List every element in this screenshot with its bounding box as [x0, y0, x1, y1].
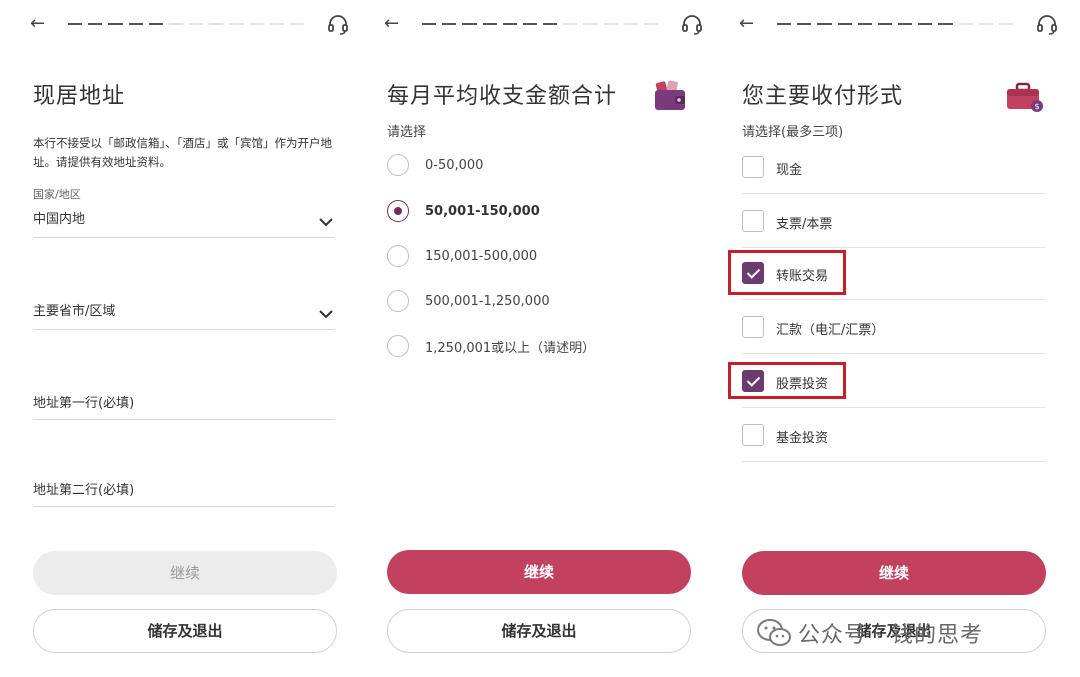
wallet-icon: [655, 80, 685, 110]
radio-option[interactable]: 500,001-1,250,000: [387, 288, 550, 314]
option-label: 支票/本票: [776, 217, 833, 232]
option-label: 50,001-150,000: [425, 203, 540, 219]
radio-option[interactable]: 150,001-500,000: [387, 243, 537, 269]
radio-button[interactable]: [387, 245, 409, 267]
top-bar: ←: [16, 10, 356, 40]
country-label: 国家/地区: [33, 188, 81, 201]
top-bar: ←: [725, 10, 1065, 40]
option-label: 500,001-1,250,000: [425, 293, 550, 309]
address-line2-input[interactable]: 地址第二行(必填): [33, 479, 335, 507]
page-title: 每月平均收支金额合计: [387, 84, 618, 109]
address-notice: 本行不接受以「邮政信箱」、「酒店」或「宾馆」作为开户地址。请提供有效地址资料。: [33, 136, 332, 169]
page-title: 现居地址: [33, 84, 126, 109]
select-hint: 请选择: [387, 125, 427, 140]
highlight-box: [728, 362, 846, 399]
watermark-text: 公众号 · 钱的思考: [798, 623, 983, 648]
continue-button[interactable]: 继续: [387, 550, 691, 594]
progress-bar: [68, 23, 305, 25]
page-title: 您主要收付形式: [742, 84, 904, 109]
payment-panel: ← 您主要收付形式 $ 请选择(最多三项) 现金 支票/本票 转账交易 汇款（电…: [725, 0, 1065, 677]
checkbox[interactable]: [742, 424, 764, 446]
country-select[interactable]: 国家/地区 中国内地: [33, 186, 335, 238]
back-arrow-icon[interactable]: ←: [384, 12, 408, 36]
option-label: 现金: [776, 163, 803, 178]
headset-icon[interactable]: [326, 12, 350, 36]
option-label: 汇款（电汇/汇票）: [776, 323, 885, 338]
briefcase-icon: $: [1007, 82, 1043, 112]
back-arrow-icon[interactable]: ←: [739, 12, 763, 36]
province-placeholder: 主要省市/区域: [33, 304, 116, 319]
option-label: 基金投资: [776, 431, 829, 446]
back-arrow-icon[interactable]: ←: [30, 12, 54, 36]
select-hint: 请选择(最多三项): [742, 125, 844, 140]
radio-option[interactable]: 1,250,001或以上（请述明）: [387, 333, 595, 359]
headset-icon[interactable]: [1035, 12, 1059, 36]
continue-button[interactable]: 继续: [33, 551, 337, 595]
chevron-down-icon: [319, 218, 333, 227]
checkbox-option[interactable]: 汇款（电汇/汇票）: [742, 300, 1046, 354]
option-label: 1,250,001或以上（请述明）: [425, 340, 596, 356]
top-bar: ←: [370, 10, 710, 40]
income-panel: ← 每月平均收支金额合计 请选择 0-50,000 50,001-150,000…: [370, 0, 710, 677]
save-exit-button[interactable]: 储存及退出: [33, 609, 337, 653]
checkbox-option[interactable]: 支票/本票: [742, 194, 1046, 248]
country-value: 中国内地: [33, 212, 86, 227]
checkbox[interactable]: [742, 156, 764, 178]
wechat-icon: [757, 619, 791, 646]
headset-icon[interactable]: [680, 12, 704, 36]
province-select[interactable]: 主要省市/区域: [33, 300, 335, 330]
radio-button[interactable]: [387, 200, 409, 222]
radio-option[interactable]: 0-50,000: [387, 152, 483, 178]
radio-button[interactable]: [387, 290, 409, 312]
radio-button[interactable]: [387, 154, 409, 176]
save-exit-button[interactable]: 储存及退出: [387, 609, 691, 653]
watermark: 公众号 · 钱的思考: [756, 613, 1052, 653]
chevron-down-icon: [319, 310, 333, 319]
checkbox-option[interactable]: 基金投资: [742, 408, 1046, 462]
address-line1-input[interactable]: 地址第一行(必填): [33, 392, 335, 420]
checkbox[interactable]: [742, 316, 764, 338]
progress-bar: [777, 23, 1014, 25]
radio-button[interactable]: [387, 335, 409, 357]
checkbox[interactable]: [742, 210, 764, 232]
progress-bar: [422, 23, 659, 25]
option-label: 150,001-500,000: [425, 248, 538, 264]
radio-option[interactable]: 50,001-150,000: [387, 198, 540, 224]
address-panel: ← 现居地址 本行不接受以「邮政信箱」、「酒店」或「宾馆」作为开户地址。请提供有…: [16, 0, 356, 677]
continue-button[interactable]: 继续: [742, 551, 1046, 595]
svg-text:$: $: [1034, 102, 1039, 111]
highlight-box: [728, 250, 846, 295]
option-label: 0-50,000: [425, 157, 484, 173]
checkbox-option[interactable]: 现金: [742, 140, 1046, 194]
